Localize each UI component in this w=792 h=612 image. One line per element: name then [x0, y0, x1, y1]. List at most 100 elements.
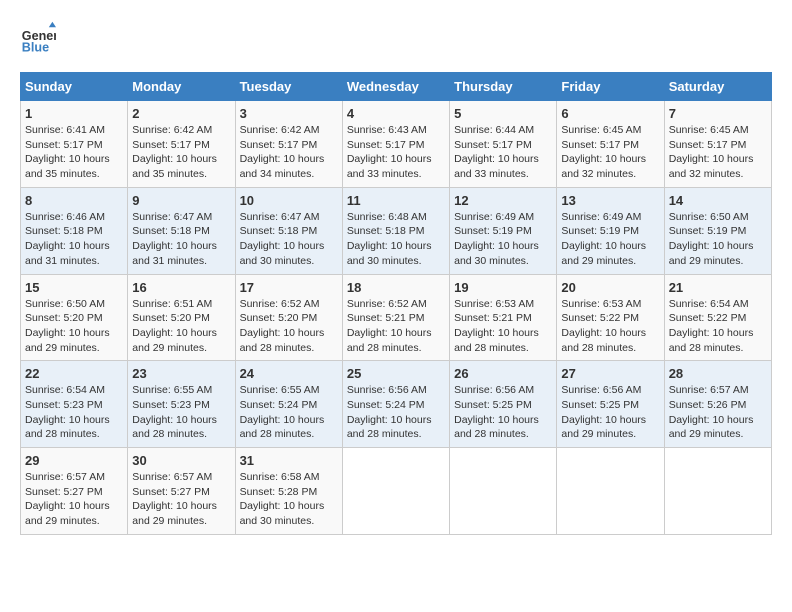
calendar-cell: 15 Sunrise: 6:50 AM Sunset: 5:20 PM Dayl… [21, 274, 128, 361]
sunrise-label: Sunrise: 6:54 AM [25, 384, 105, 396]
cell-content: Sunrise: 6:42 AM Sunset: 5:17 PM Dayligh… [132, 123, 230, 182]
sunrise-label: Sunrise: 6:54 AM [669, 298, 749, 310]
cell-content: Sunrise: 6:57 AM Sunset: 5:26 PM Dayligh… [669, 383, 767, 442]
daylight-label: Daylight: 10 hours and 28 minutes. [347, 414, 432, 441]
calendar-cell: 6 Sunrise: 6:45 AM Sunset: 5:17 PM Dayli… [557, 101, 664, 188]
daylight-label: Daylight: 10 hours and 31 minutes. [132, 240, 217, 267]
calendar-cell: 8 Sunrise: 6:46 AM Sunset: 5:18 PM Dayli… [21, 187, 128, 274]
sunrise-label: Sunrise: 6:49 AM [454, 211, 534, 223]
sunset-label: Sunset: 5:27 PM [25, 486, 103, 498]
calendar-cell [664, 448, 771, 535]
sunset-label: Sunset: 5:22 PM [669, 312, 747, 324]
cell-content: Sunrise: 6:52 AM Sunset: 5:20 PM Dayligh… [240, 297, 338, 356]
sunrise-label: Sunrise: 6:56 AM [454, 384, 534, 396]
day-number: 14 [669, 193, 767, 208]
day-number: 3 [240, 106, 338, 121]
daylight-label: Daylight: 10 hours and 33 minutes. [454, 153, 539, 180]
calendar-cell: 11 Sunrise: 6:48 AM Sunset: 5:18 PM Dayl… [342, 187, 449, 274]
cell-content: Sunrise: 6:56 AM Sunset: 5:25 PM Dayligh… [561, 383, 659, 442]
cell-content: Sunrise: 6:46 AM Sunset: 5:18 PM Dayligh… [25, 210, 123, 269]
sunset-label: Sunset: 5:19 PM [669, 225, 747, 237]
cell-content: Sunrise: 6:49 AM Sunset: 5:19 PM Dayligh… [561, 210, 659, 269]
calendar-cell: 10 Sunrise: 6:47 AM Sunset: 5:18 PM Dayl… [235, 187, 342, 274]
day-number: 27 [561, 366, 659, 381]
day-number: 12 [454, 193, 552, 208]
calendar-row: 8 Sunrise: 6:46 AM Sunset: 5:18 PM Dayli… [21, 187, 772, 274]
daylight-label: Daylight: 10 hours and 29 minutes. [561, 414, 646, 441]
sunset-label: Sunset: 5:18 PM [25, 225, 103, 237]
daylight-label: Daylight: 10 hours and 32 minutes. [669, 153, 754, 180]
day-number: 28 [669, 366, 767, 381]
daylight-label: Daylight: 10 hours and 29 minutes. [25, 500, 110, 527]
daylight-label: Daylight: 10 hours and 28 minutes. [454, 327, 539, 354]
calendar-cell: 25 Sunrise: 6:56 AM Sunset: 5:24 PM Dayl… [342, 361, 449, 448]
cell-content: Sunrise: 6:53 AM Sunset: 5:22 PM Dayligh… [561, 297, 659, 356]
day-number: 23 [132, 366, 230, 381]
sunrise-label: Sunrise: 6:48 AM [347, 211, 427, 223]
sunset-label: Sunset: 5:17 PM [561, 139, 639, 151]
day-number: 19 [454, 280, 552, 295]
sunset-label: Sunset: 5:28 PM [240, 486, 318, 498]
sunset-label: Sunset: 5:21 PM [347, 312, 425, 324]
calendar-cell [450, 448, 557, 535]
day-number: 16 [132, 280, 230, 295]
daylight-label: Daylight: 10 hours and 29 minutes. [132, 327, 217, 354]
sunrise-label: Sunrise: 6:46 AM [25, 211, 105, 223]
daylight-label: Daylight: 10 hours and 28 minutes. [347, 327, 432, 354]
calendar-cell [557, 448, 664, 535]
sunset-label: Sunset: 5:23 PM [25, 399, 103, 411]
sunrise-label: Sunrise: 6:56 AM [347, 384, 427, 396]
cell-content: Sunrise: 6:53 AM Sunset: 5:21 PM Dayligh… [454, 297, 552, 356]
svg-text:Blue: Blue [22, 41, 49, 55]
day-number: 22 [25, 366, 123, 381]
sunrise-label: Sunrise: 6:42 AM [240, 124, 320, 136]
calendar-cell: 17 Sunrise: 6:52 AM Sunset: 5:20 PM Dayl… [235, 274, 342, 361]
cell-content: Sunrise: 6:56 AM Sunset: 5:25 PM Dayligh… [454, 383, 552, 442]
calendar-cell: 12 Sunrise: 6:49 AM Sunset: 5:19 PM Dayl… [450, 187, 557, 274]
cell-content: Sunrise: 6:50 AM Sunset: 5:20 PM Dayligh… [25, 297, 123, 356]
sunrise-label: Sunrise: 6:55 AM [240, 384, 320, 396]
day-number: 5 [454, 106, 552, 121]
calendar-cell: 16 Sunrise: 6:51 AM Sunset: 5:20 PM Dayl… [128, 274, 235, 361]
daylight-label: Daylight: 10 hours and 28 minutes. [561, 327, 646, 354]
calendar-cell: 29 Sunrise: 6:57 AM Sunset: 5:27 PM Dayl… [21, 448, 128, 535]
daylight-label: Daylight: 10 hours and 28 minutes. [240, 414, 325, 441]
cell-content: Sunrise: 6:56 AM Sunset: 5:24 PM Dayligh… [347, 383, 445, 442]
sunset-label: Sunset: 5:24 PM [347, 399, 425, 411]
daylight-label: Daylight: 10 hours and 35 minutes. [25, 153, 110, 180]
daylight-label: Daylight: 10 hours and 30 minutes. [240, 500, 325, 527]
calendar-row: 1 Sunrise: 6:41 AM Sunset: 5:17 PM Dayli… [21, 101, 772, 188]
sunrise-label: Sunrise: 6:57 AM [669, 384, 749, 396]
cell-content: Sunrise: 6:55 AM Sunset: 5:24 PM Dayligh… [240, 383, 338, 442]
calendar-cell: 2 Sunrise: 6:42 AM Sunset: 5:17 PM Dayli… [128, 101, 235, 188]
sunrise-label: Sunrise: 6:53 AM [454, 298, 534, 310]
daylight-label: Daylight: 10 hours and 28 minutes. [240, 327, 325, 354]
calendar-cell: 30 Sunrise: 6:57 AM Sunset: 5:27 PM Dayl… [128, 448, 235, 535]
sunset-label: Sunset: 5:23 PM [132, 399, 210, 411]
day-number: 31 [240, 453, 338, 468]
calendar-cell [342, 448, 449, 535]
daylight-label: Daylight: 10 hours and 29 minutes. [669, 240, 754, 267]
sunrise-label: Sunrise: 6:55 AM [132, 384, 212, 396]
sunset-label: Sunset: 5:20 PM [240, 312, 318, 324]
daylight-label: Daylight: 10 hours and 28 minutes. [25, 414, 110, 441]
day-number: 10 [240, 193, 338, 208]
calendar-cell: 21 Sunrise: 6:54 AM Sunset: 5:22 PM Dayl… [664, 274, 771, 361]
day-number: 2 [132, 106, 230, 121]
daylight-label: Daylight: 10 hours and 28 minutes. [454, 414, 539, 441]
cell-content: Sunrise: 6:57 AM Sunset: 5:27 PM Dayligh… [132, 470, 230, 529]
sunrise-label: Sunrise: 6:49 AM [561, 211, 641, 223]
sunrise-label: Sunrise: 6:53 AM [561, 298, 641, 310]
daylight-label: Daylight: 10 hours and 29 minutes. [669, 414, 754, 441]
day-number: 24 [240, 366, 338, 381]
calendar-cell: 23 Sunrise: 6:55 AM Sunset: 5:23 PM Dayl… [128, 361, 235, 448]
sunrise-label: Sunrise: 6:43 AM [347, 124, 427, 136]
sunrise-label: Sunrise: 6:50 AM [669, 211, 749, 223]
cell-content: Sunrise: 6:47 AM Sunset: 5:18 PM Dayligh… [132, 210, 230, 269]
cell-content: Sunrise: 6:52 AM Sunset: 5:21 PM Dayligh… [347, 297, 445, 356]
daylight-label: Daylight: 10 hours and 29 minutes. [25, 327, 110, 354]
day-number: 11 [347, 193, 445, 208]
daylight-label: Daylight: 10 hours and 30 minutes. [347, 240, 432, 267]
sunset-label: Sunset: 5:20 PM [132, 312, 210, 324]
day-number: 26 [454, 366, 552, 381]
